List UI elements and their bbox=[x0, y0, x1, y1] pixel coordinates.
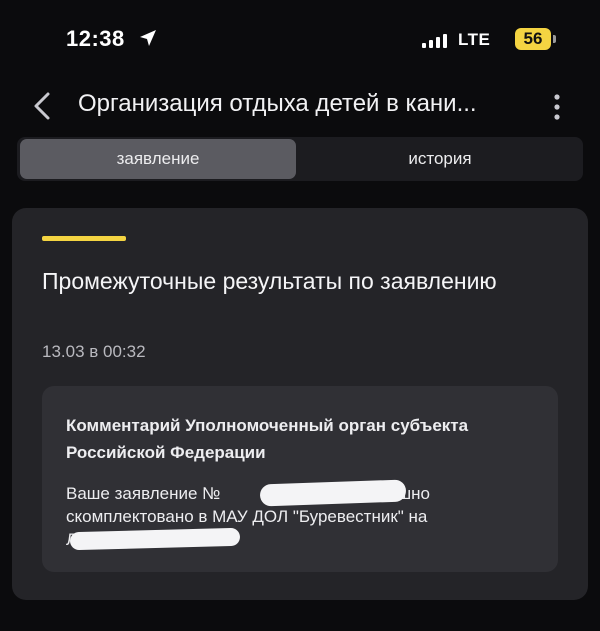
network-label: LTE bbox=[458, 30, 491, 49]
battery-tip bbox=[553, 35, 556, 43]
card-title: Промежуточные результаты по заявлению bbox=[42, 268, 497, 294]
status-bar: 12:38 LTE 56 bbox=[0, 0, 600, 80]
accent-bar bbox=[42, 236, 126, 241]
more-vertical-icon[interactable] bbox=[548, 92, 566, 122]
battery-level: 56 bbox=[515, 28, 551, 50]
comment-heading: Комментарий Уполномоченный орган субъект… bbox=[66, 416, 469, 462]
page-header: Организация отдыха детей в кани... bbox=[0, 82, 600, 132]
app-screen: 12:38 LTE 56 Организация отдыха детей в … bbox=[0, 0, 600, 631]
tab-history[interactable]: история bbox=[300, 139, 580, 179]
comment-body-line2: скомплектовано в МАУ ДОЛ "Буревестник" н… bbox=[66, 507, 428, 526]
chevron-left-icon[interactable] bbox=[30, 90, 58, 122]
status-time: 12:38 bbox=[66, 26, 125, 51]
comment-body-line1-prefix: Ваше заявление № bbox=[66, 484, 221, 503]
location-arrow-icon bbox=[140, 30, 156, 46]
page-title: Организация отдыха детей в кани... bbox=[78, 90, 477, 117]
comment-box: Комментарий Уполномоченный орган субъект… bbox=[42, 386, 558, 572]
card-date: 13.03 в 00:32 bbox=[42, 342, 146, 361]
status-card: Промежуточные результаты по заявлению 13… bbox=[12, 208, 588, 600]
tab-application[interactable]: заявление bbox=[20, 139, 296, 179]
segmented-tabs: заявление история bbox=[17, 137, 583, 181]
signal-bars-icon bbox=[422, 34, 447, 48]
